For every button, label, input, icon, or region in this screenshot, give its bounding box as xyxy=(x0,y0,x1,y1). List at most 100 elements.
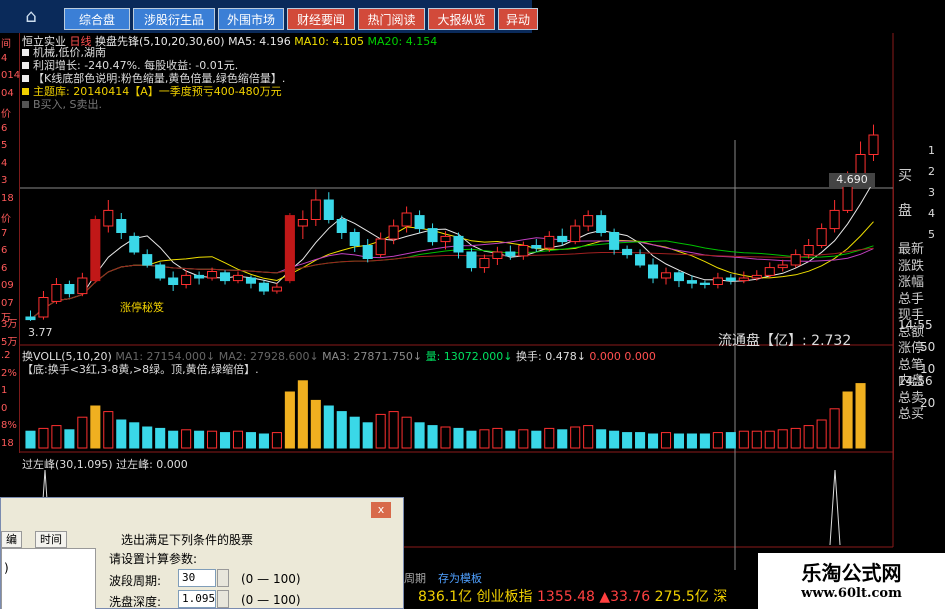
close-button[interactable]: x xyxy=(371,502,391,518)
formula-list[interactable]: ) xyxy=(1,548,96,609)
volume-bar xyxy=(518,429,529,449)
candle-body xyxy=(194,274,205,279)
tab-time[interactable]: 时间 xyxy=(35,531,67,548)
logo-name: 乐淘公式网 xyxy=(801,561,902,585)
index-volume: 836.1亿 xyxy=(418,589,473,605)
volume-bar xyxy=(557,429,568,449)
tab-edit[interactable]: 编 xyxy=(1,531,22,548)
volume-bar xyxy=(427,425,438,449)
candle-body xyxy=(596,215,607,234)
candle-body xyxy=(297,219,308,227)
depth-param-range: (0 — 100) xyxy=(241,593,301,607)
stock-filter-dialog: x 选出满足下列条件的股票 编 时间 ) 请设置计算参数: 波段周期: 30 (… xyxy=(0,497,404,609)
volume-bar xyxy=(686,433,697,449)
index-amount: 275.5亿 xyxy=(654,589,709,605)
crosshair-price-label: 4.690 xyxy=(829,173,875,187)
candle-body xyxy=(699,282,710,286)
volume-bar xyxy=(181,429,192,449)
volume-value: 量: 13072.000↓ xyxy=(425,350,513,363)
volume-bar xyxy=(297,380,308,449)
volume-bar xyxy=(751,430,762,449)
candle-body xyxy=(518,245,529,257)
candle-body xyxy=(349,232,360,246)
period-spinner[interactable] xyxy=(217,569,229,587)
candle-body xyxy=(583,215,594,227)
volume-bar xyxy=(116,419,127,449)
period-param-input[interactable]: 30 xyxy=(178,569,216,587)
index-tail: 深 xyxy=(713,589,728,605)
volume-bar xyxy=(596,429,607,449)
volume-bar xyxy=(479,429,490,449)
info-line-signal: B买入, S卖出. xyxy=(22,96,102,112)
index-ticker: 836.1亿 创业板指 1355.48 ▲33.76 275.5亿 深 xyxy=(418,586,727,606)
volume-bar xyxy=(855,383,866,449)
candle-body xyxy=(466,251,477,269)
volume-extra: 0.000 0.000 xyxy=(589,350,656,363)
volume-bar xyxy=(453,427,464,449)
candle-body xyxy=(790,254,801,266)
save-model-button[interactable]: 存为模板 xyxy=(438,570,482,586)
candle-body xyxy=(375,238,386,256)
volume-bar xyxy=(531,430,542,449)
candle-body xyxy=(90,219,101,282)
annotation-label: 涨停秘笈 xyxy=(120,301,164,314)
volume-bar xyxy=(349,416,360,449)
volume-bar xyxy=(25,430,36,449)
volume-bar xyxy=(77,416,88,449)
volume-bar xyxy=(699,433,710,449)
buy-label: 买 xyxy=(898,168,912,184)
candle-body xyxy=(401,212,412,227)
candle-body xyxy=(38,297,49,318)
volume-ma3: MA3: 27871.750↓ xyxy=(322,350,423,363)
bullet-icon xyxy=(22,75,29,82)
index-price: 1355.48 xyxy=(537,589,595,605)
depth-spinner[interactable] xyxy=(217,590,229,608)
volume-bar xyxy=(219,432,231,449)
plate-label: 盘 xyxy=(898,203,912,219)
period-param-label: 波段周期: xyxy=(109,574,162,588)
candle-body xyxy=(129,235,140,253)
depth-param-input[interactable]: 1.095 xyxy=(178,590,216,608)
bullet-icon xyxy=(22,62,29,69)
volume-bar xyxy=(583,425,594,449)
depth-level-label: 2 xyxy=(928,165,935,178)
lower-title: 过左峰(30,1.095) xyxy=(22,458,113,471)
tick-time-label: 14:56 xyxy=(898,374,933,388)
volume-bar xyxy=(375,413,386,449)
volume-bar xyxy=(790,427,801,449)
candle-body xyxy=(168,277,179,285)
depth-level-label: 5 xyxy=(928,228,935,241)
candle-body xyxy=(544,235,555,249)
candle-body xyxy=(219,272,231,282)
candle-body xyxy=(310,199,321,220)
candle-body xyxy=(492,251,503,259)
candle-body xyxy=(181,274,192,285)
tick-time-label: 20 xyxy=(920,396,936,410)
candle-body xyxy=(51,284,62,302)
candle-body xyxy=(336,219,347,233)
float-cap-label: 流通盘【亿】: 2.732 xyxy=(718,333,852,349)
candle-body xyxy=(77,277,88,295)
volume-bar xyxy=(712,432,723,449)
candle-body xyxy=(258,282,269,292)
volume-bar xyxy=(635,432,646,449)
status-bar: 周期 存为模板 836.1亿 创业板指 1355.48 ▲33.76 275.5… xyxy=(404,570,754,609)
params-label: 请设置计算参数: xyxy=(109,552,198,566)
candle-body xyxy=(673,272,685,282)
candle-body xyxy=(557,235,568,243)
candle-body xyxy=(142,254,153,266)
volume-bar xyxy=(401,416,412,449)
volume-bar xyxy=(414,422,425,449)
index-name: 创业板指 xyxy=(476,589,533,605)
volume-bar xyxy=(336,411,347,449)
bullet-icon xyxy=(22,88,29,95)
volume-bar xyxy=(129,422,140,449)
list-item[interactable]: ) xyxy=(4,561,9,575)
candle-body xyxy=(453,235,464,253)
tick-time-label: 14:55 xyxy=(898,318,933,332)
candle-body xyxy=(284,215,295,282)
volume-bar xyxy=(660,432,672,449)
ma5-value: MA5: 4.196 xyxy=(228,35,291,48)
volume-bar xyxy=(647,433,659,449)
candle-body xyxy=(232,274,244,282)
